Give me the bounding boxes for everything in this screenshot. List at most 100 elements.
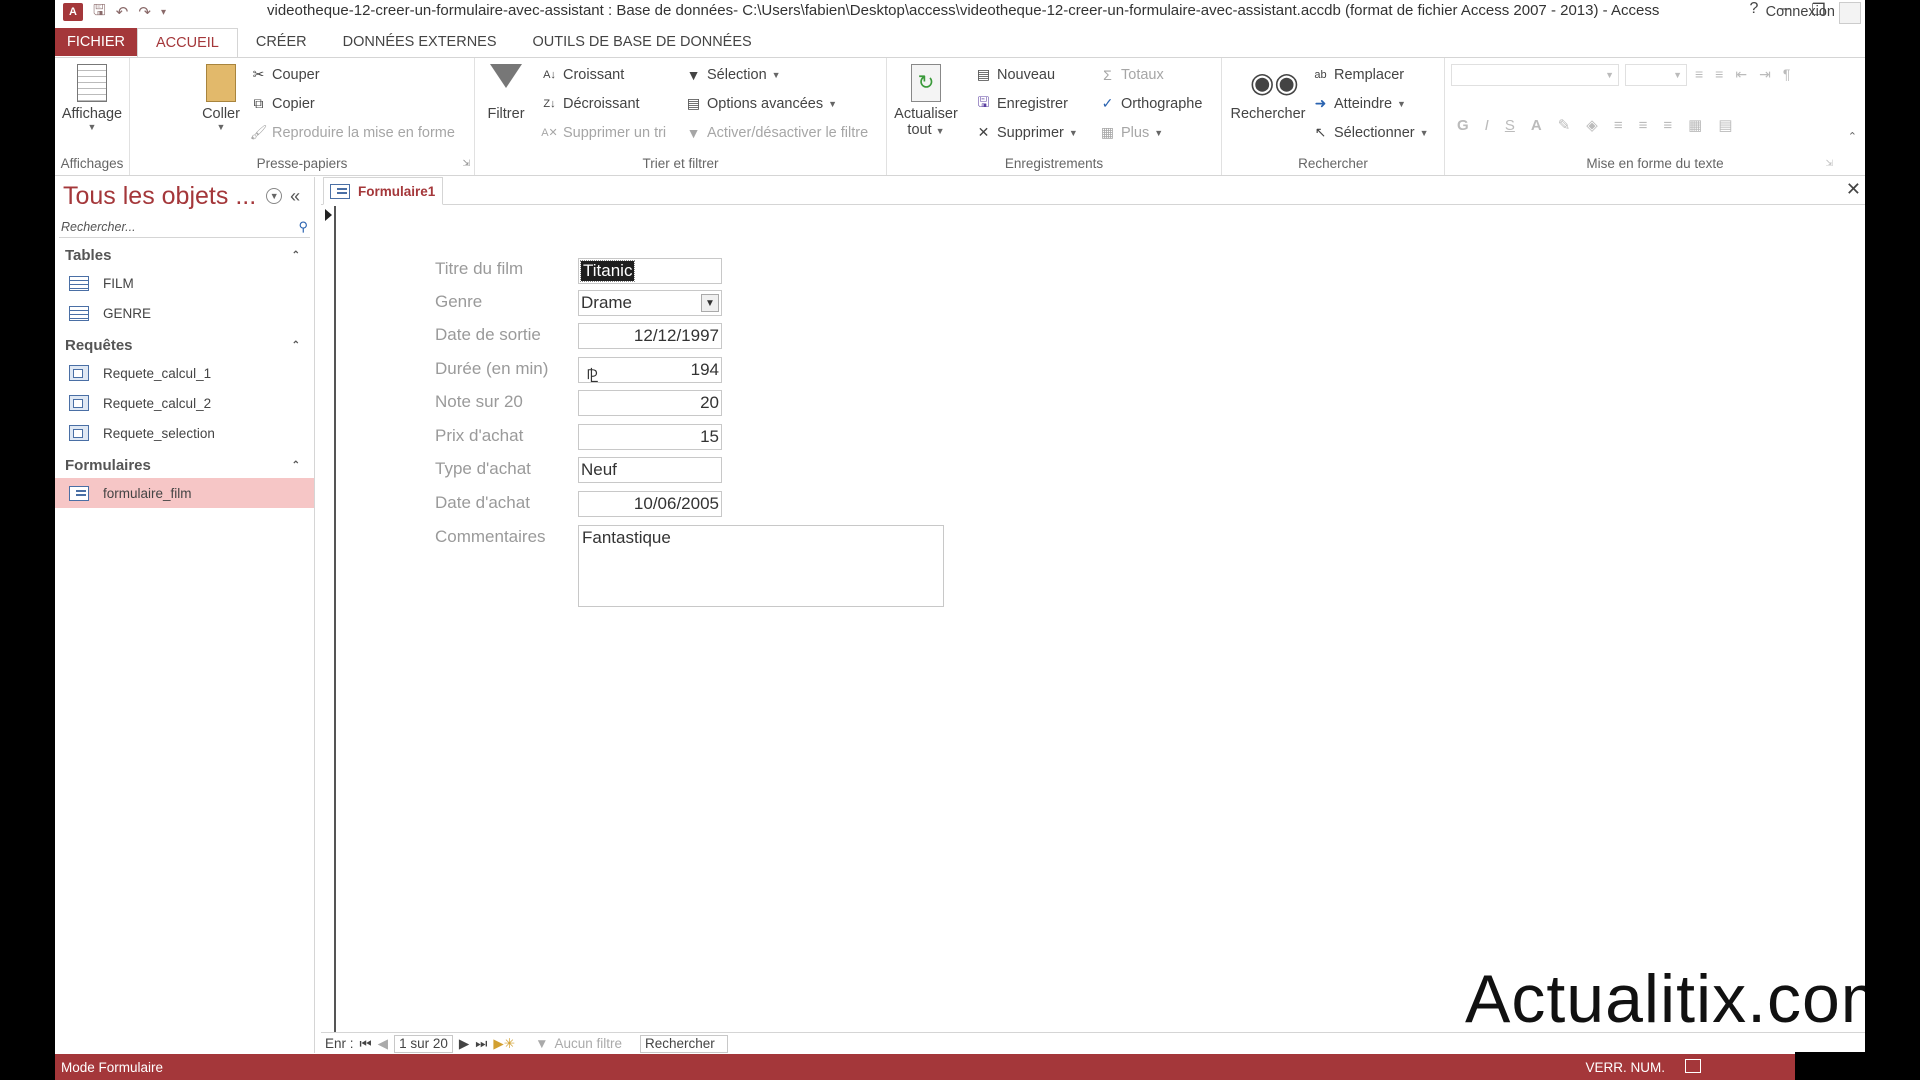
commentaires-field[interactable]: Fantastique (578, 525, 944, 607)
tab-fichier[interactable]: FICHIER (55, 28, 137, 56)
help-icon[interactable]: ? (1749, 0, 1758, 20)
collapse-pane-icon[interactable]: « (290, 186, 300, 207)
previous-record-icon[interactable]: ◀ (378, 1036, 388, 1052)
nav-item-formulaire-film[interactable]: formulaire_film (55, 478, 314, 508)
collapse-ribbon-icon[interactable]: ⌃ (1848, 130, 1857, 143)
form-view-icon[interactable] (1685, 1059, 1701, 1073)
font-name-select[interactable]: ▼ (1451, 64, 1619, 86)
date-achat-field[interactable]: 10/06/2005 (578, 491, 722, 517)
croissant-button[interactable]: A↓ Croissant (541, 66, 624, 83)
chevron-down-icon[interactable]: ▼ (266, 188, 283, 204)
selection-button[interactable]: ▼ Sélection ▼ (685, 66, 781, 83)
nav-item-requete-selection[interactable]: Requete_selection (55, 418, 314, 448)
tab-creer[interactable]: CRÉER (238, 28, 325, 56)
save-icon[interactable]: 🖫 (93, 0, 106, 25)
nav-item-film[interactable]: FILM (55, 268, 314, 298)
duree-field[interactable]: 194 (578, 357, 722, 383)
supprimer-button[interactable]: ✕ Supprimer ▼ (975, 124, 1078, 141)
new-record-icon[interactable]: ▶✳ (493, 1036, 515, 1052)
decroissant-button[interactable]: Z↓ Décroissant (541, 95, 639, 112)
nav-title[interactable]: Tous les objets ... (63, 182, 256, 211)
tab-outils-base-de-donnees[interactable]: OUTILS DE BASE DE DONNÉES (515, 28, 770, 56)
align-left-icon[interactable]: ≡ (1614, 117, 1623, 134)
paragraph-direction-icon[interactable]: ¶ (1783, 66, 1791, 83)
tab-donnees-externes[interactable]: DONNÉES EXTERNES (325, 28, 515, 56)
document-tab-bar: Formulaire1 ✕ (321, 177, 1865, 205)
remplacer-button[interactable]: ab Remplacer (1312, 66, 1404, 83)
avatar[interactable] (1839, 2, 1861, 24)
plus-button[interactable]: ▦ Plus ▼ (1099, 124, 1163, 141)
nav-search-input[interactable]: Rechercher... ⚲ (59, 217, 310, 238)
filter-status[interactable]: Aucun filtre (554, 1036, 622, 1051)
genre-combobox[interactable]: Drame ▼ (578, 290, 722, 316)
reproduire-mise-en-forme-button[interactable]: 🖌 Reproduire la mise en forme (250, 124, 455, 141)
nav-section-requetes[interactable]: Requêtes ⌃ (55, 332, 314, 358)
actualiser-tout-button[interactable]: ↻ Actualiser tout ▼ (891, 64, 961, 138)
affichage-button[interactable]: Affichage ▼ (57, 64, 127, 132)
copier-button[interactable]: ⧉ Copier (250, 95, 315, 112)
record-selector[interactable] (321, 206, 336, 1032)
coller-button[interactable]: Coller ▼ (198, 64, 244, 132)
italic-button[interactable]: I (1485, 117, 1489, 134)
activer-filtre-button[interactable]: ▼ Activer/désactiver le filtre (685, 124, 869, 141)
bullet-list-icon[interactable]: ≡ (1695, 66, 1703, 83)
search-icon[interactable]: ⚲ (298, 219, 310, 235)
font-size-select[interactable]: ▼ (1625, 64, 1687, 86)
chevron-down-icon: ▼ (1068, 127, 1078, 138)
nav-header[interactable]: Tous les objets ... ▼ « (55, 177, 314, 215)
filtrer-button[interactable]: Filtrer (483, 64, 529, 122)
tab-accueil[interactable]: ACCUEIL (137, 28, 238, 58)
collapse-section-icon[interactable]: ⌃ (292, 340, 300, 351)
nouveau-button[interactable]: ▤ Nouveau (975, 66, 1055, 83)
prix-achat-field[interactable]: 15 (578, 424, 722, 450)
rechercher-button[interactable]: ◉◉ Rechercher (1228, 64, 1308, 122)
nav-item-genre[interactable]: GENRE (55, 298, 314, 328)
collapse-section-icon[interactable]: ⌃ (292, 460, 300, 471)
record-search-input[interactable]: Rechercher (640, 1034, 729, 1053)
couper-button[interactable]: ✂ Couper (250, 66, 320, 83)
last-record-icon[interactable]: ⏭ (475, 1036, 487, 1052)
titre-film-field[interactable]: Titanic (578, 258, 722, 284)
align-right-icon[interactable]: ≡ (1663, 117, 1672, 134)
date-sortie-field[interactable]: 12/12/1997 (578, 323, 722, 349)
numbered-list-icon[interactable]: ≡ (1715, 66, 1723, 83)
nav-item-requete-calcul-2[interactable]: Requete_calcul_2 (55, 388, 314, 418)
decrease-indent-icon[interactable]: ⇤ (1735, 66, 1747, 83)
status-bar: Mode Formulaire VERR. NUM. (55, 1054, 1865, 1080)
selectionner-button[interactable]: ↖ Sélectionner ▼ (1312, 124, 1429, 141)
supprimer-tri-button[interactable]: A✕ Supprimer un tri (541, 124, 666, 141)
alternate-row-color-icon[interactable]: ▤ (1718, 116, 1732, 134)
tab-formulaire1[interactable]: Formulaire1 (323, 177, 443, 205)
next-record-icon[interactable]: ▶ (459, 1036, 469, 1052)
totaux-button[interactable]: Σ Totaux (1099, 66, 1164, 83)
redo-icon[interactable]: ↷ (138, 3, 151, 21)
type-achat-field[interactable]: Neuf (578, 457, 722, 483)
dialog-launcher-icon[interactable]: ⇲ (462, 158, 470, 169)
underline-button[interactable]: S (1505, 117, 1515, 134)
note-field[interactable]: 20 (578, 390, 722, 416)
group-mise-en-forme: ▼ ▼ ≡ ≡ ⇤ ⇥ ¶ G I S A ✎ ◈ ≡ ≡ ≡ ▦ ▤ Mise… (1445, 58, 1865, 175)
enregistrer-button[interactable]: 🖫 Enregistrer (975, 94, 1068, 112)
bold-button[interactable]: G (1457, 117, 1469, 134)
collapse-section-icon[interactable]: ⌃ (292, 250, 300, 261)
nav-item-requete-calcul-1[interactable]: Requete_calcul_1 (55, 358, 314, 388)
align-center-icon[interactable]: ≡ (1639, 117, 1648, 134)
fill-color-icon[interactable]: ◈ (1586, 116, 1598, 134)
dialog-launcher-icon[interactable]: ⇲ (1825, 158, 1833, 169)
orthographe-button[interactable]: ✓ Orthographe (1099, 95, 1203, 112)
gridlines-icon[interactable]: ▦ (1688, 116, 1702, 134)
undo-icon[interactable]: ↶ (116, 3, 129, 21)
chevron-down-icon[interactable]: ▼ (701, 294, 719, 312)
close-document-icon[interactable]: ✕ (1846, 179, 1861, 200)
first-record-icon[interactable]: ⏮ (360, 1036, 372, 1052)
connexion-link[interactable]: Connexion (1766, 4, 1835, 20)
nav-section-tables[interactable]: Tables ⌃ (55, 242, 314, 268)
increase-indent-icon[interactable]: ⇥ (1759, 66, 1771, 83)
current-record-input[interactable]: 1 sur 20 (394, 1034, 453, 1053)
customize-qat-icon[interactable]: ▾ (161, 7, 166, 18)
highlight-icon[interactable]: ✎ (1558, 116, 1571, 134)
nav-section-formulaires[interactable]: Formulaires ⌃ (55, 452, 314, 478)
atteindre-button[interactable]: ➜ Atteindre ▼ (1312, 95, 1406, 112)
font-color-button[interactable]: A (1531, 117, 1542, 134)
options-avancees-button[interactable]: ▤ Options avancées ▼ (685, 95, 837, 112)
